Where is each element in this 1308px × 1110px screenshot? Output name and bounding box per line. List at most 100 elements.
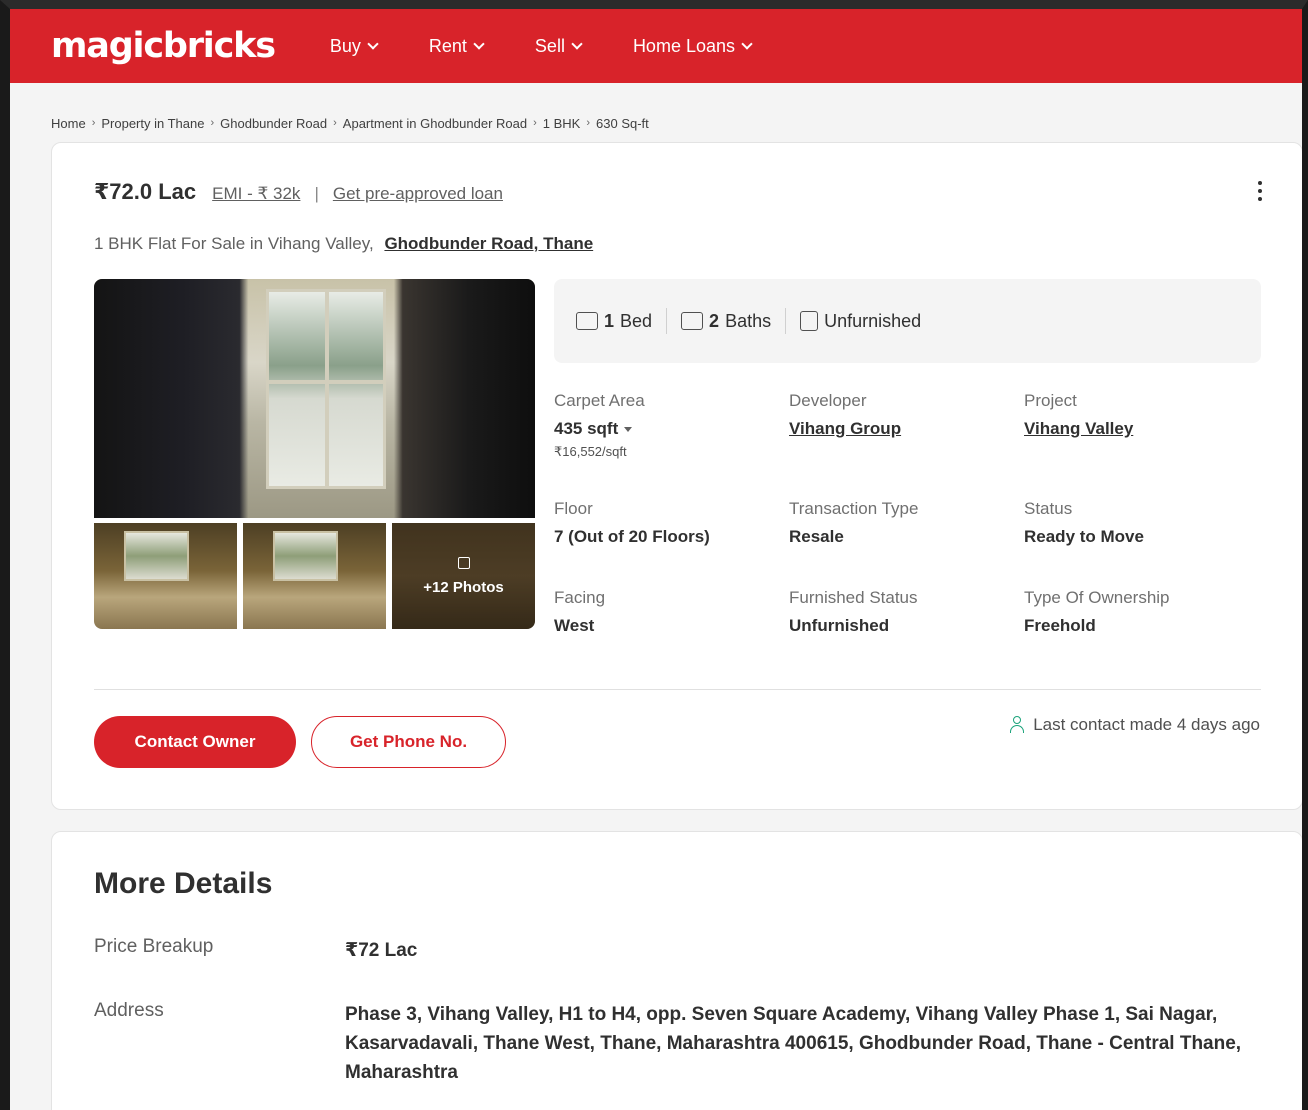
breadcrumb-apartment[interactable]: Apartment in Ghodbunder Road <box>343 116 527 131</box>
transaction-fact: Transaction Type Resale <box>789 499 1019 547</box>
breadcrumb-separator-icon: › <box>91 117 96 129</box>
ownership-value: Freehold <box>1024 616 1096 635</box>
amenities-summary: 1 Bed 2 Baths Unfurnished <box>554 279 1261 363</box>
carpet-area-value[interactable]: 435 sqft <box>554 419 784 439</box>
more-details-card: More Details Price Breakup ₹72 Lac Addre… <box>51 831 1302 1110</box>
breadcrumb-separator-icon: › <box>586 117 591 129</box>
photo-thumbnails: +12 Photos <box>94 523 535 629</box>
nav-buy-label: Buy <box>329 35 361 56</box>
furnishing-info: Unfurnished <box>800 311 921 332</box>
address-label: Address <box>94 1000 164 1021</box>
caret-down-icon <box>624 427 633 433</box>
breadcrumb-1bhk[interactable]: 1 BHK <box>543 116 581 131</box>
status-label: Status <box>1024 499 1073 518</box>
chevron-down-icon <box>473 38 485 50</box>
location-link[interactable]: Ghodbunder Road, Thane <box>384 234 593 253</box>
floor-value: 7 (Out of 20 Floors) <box>554 527 710 546</box>
floor-fact: Floor 7 (Out of 20 Floors) <box>554 499 784 547</box>
developer-label: Developer <box>789 391 867 410</box>
address-value: Phase 3, Vihang Valley, H1 to H4, opp. S… <box>345 1004 1242 1083</box>
breadcrumb-separator-icon: › <box>533 117 537 129</box>
furnished-status-value: Unfurnished <box>789 616 890 635</box>
breadcrumb-separator-icon: › <box>333 117 337 129</box>
facing-label: Facing <box>554 588 606 607</box>
breadcrumb-home[interactable]: Home <box>51 116 86 131</box>
developer-fact: Developer Vihang Group <box>789 391 1019 439</box>
top-navigation-bar: magicbricks Buy Rent Sell Home Loans <box>10 9 1302 83</box>
thumbnail-photo[interactable] <box>94 523 237 629</box>
more-details-title: More Details <box>94 867 273 900</box>
thumbnail-photo[interactable] <box>243 523 386 629</box>
bathtub-icon <box>681 312 704 330</box>
property-price: ₹72.0 Lac <box>94 179 197 204</box>
status-value: Ready to Move <box>1024 527 1144 546</box>
main-property-photo[interactable] <box>94 279 535 518</box>
nav-rent-label: Rent <box>428 35 467 56</box>
bed-info: 1 Bed <box>576 311 652 332</box>
nav-home-loans[interactable]: Home Loans <box>632 35 753 57</box>
emi-link[interactable]: EMI - ₹ 32k <box>212 184 300 204</box>
more-photos-thumbnail[interactable]: +12 Photos <box>392 523 535 629</box>
price-breakup-label: Price Breakup <box>94 936 214 957</box>
nav-rent[interactable]: Rent <box>428 35 485 57</box>
chevron-down-icon <box>571 38 583 50</box>
contact-owner-button[interactable]: Contact Owner <box>94 716 296 768</box>
bed-label: Bed <box>620 310 653 331</box>
more-photos-label: +12 Photos <box>423 578 504 596</box>
breadcrumb-separator-icon: › <box>210 117 215 129</box>
get-phone-button[interactable]: Get Phone No. <box>311 716 506 768</box>
facing-value: West <box>554 616 595 635</box>
property-title: 1 BHK Flat For Sale in Vihang Valley, <box>94 234 374 253</box>
price-per-sqft: ₹16,552/sqft <box>554 444 627 459</box>
property-summary-card: ₹72.0 Lac EMI - ₹ 32k | Get pre-approved… <box>51 142 1302 810</box>
transaction-label: Transaction Type <box>789 499 919 518</box>
furniture-icon <box>800 311 819 331</box>
ownership-label: Type Of Ownership <box>1024 588 1170 607</box>
developer-link[interactable]: Vihang Group <box>789 419 1019 439</box>
price-breakup-value: ₹72 Lac <box>345 940 418 961</box>
bed-icon <box>576 312 598 330</box>
breadcrumb-ghodbunder-road[interactable]: Ghodbunder Road <box>220 116 327 131</box>
furnishing-label: Unfurnished <box>824 310 922 331</box>
carpet-area-fact: Carpet Area 435 sqft ₹16,552/sqft <box>554 391 784 460</box>
more-options-icon[interactable] <box>1258 181 1264 205</box>
ownership-fact: Type Of Ownership Freehold <box>1024 588 1254 636</box>
property-subtitle: 1 BHK Flat For Sale in Vihang Valley, Gh… <box>94 234 593 254</box>
bath-count: 2 <box>709 310 720 331</box>
furnished-status-fact: Furnished Status Unfurnished <box>789 588 1019 636</box>
price-breakup-row: Price Breakup ₹72 Lac <box>94 936 1264 965</box>
last-contact-info: Last contact made 4 days ago <box>1009 715 1260 735</box>
image-icon <box>457 556 470 569</box>
last-contact-text: Last contact made 4 days ago <box>1033 715 1260 734</box>
photo-gallery[interactable]: +12 Photos <box>94 279 535 629</box>
project-fact: Project Vihang Valley <box>1024 391 1254 439</box>
chevron-down-icon <box>367 38 379 50</box>
carpet-area-text: 435 sqft <box>554 419 619 438</box>
project-link[interactable]: Vihang Valley <box>1024 419 1254 439</box>
chevron-down-icon <box>741 38 753 50</box>
bath-info: 2 Baths <box>681 311 771 332</box>
status-fact: Status Ready to Move <box>1024 499 1254 547</box>
breadcrumb: Home › Property in Thane › Ghodbunder Road… <box>10 83 1302 141</box>
nav-sell[interactable]: Sell <box>534 35 583 57</box>
browser-viewport: magicbricks Buy Rent Sell Home Loans Hom… <box>0 0 1308 1110</box>
address-row: Address Phase 3, Vihang Valley, H1 to H4… <box>94 1000 1264 1087</box>
pre-approved-loan-link[interactable]: Get pre-approved loan <box>333 184 503 204</box>
nav-buy[interactable]: Buy <box>329 35 379 57</box>
price-row: ₹72.0 Lac EMI - ₹ 32k | Get pre-approved… <box>94 179 503 205</box>
magicbricks-logo[interactable]: magicbricks <box>51 26 276 66</box>
furnished-status-label: Furnished Status <box>789 588 918 607</box>
facing-fact: Facing West <box>554 588 784 636</box>
section-divider <box>94 689 1261 690</box>
floor-label: Floor <box>554 499 593 518</box>
nav-sell-label: Sell <box>534 35 565 56</box>
bed-count: 1 <box>604 310 615 331</box>
bath-label: Baths <box>725 310 772 331</box>
price-separator: | <box>314 184 319 203</box>
transaction-value: Resale <box>789 527 844 546</box>
person-icon <box>1009 716 1025 734</box>
project-label: Project <box>1024 391 1077 410</box>
breadcrumb-property-in-thane[interactable]: Property in Thane <box>101 116 204 131</box>
nav-home-loans-label: Home Loans <box>632 35 735 56</box>
breadcrumb-sqft[interactable]: 630 Sq-ft <box>596 116 649 131</box>
